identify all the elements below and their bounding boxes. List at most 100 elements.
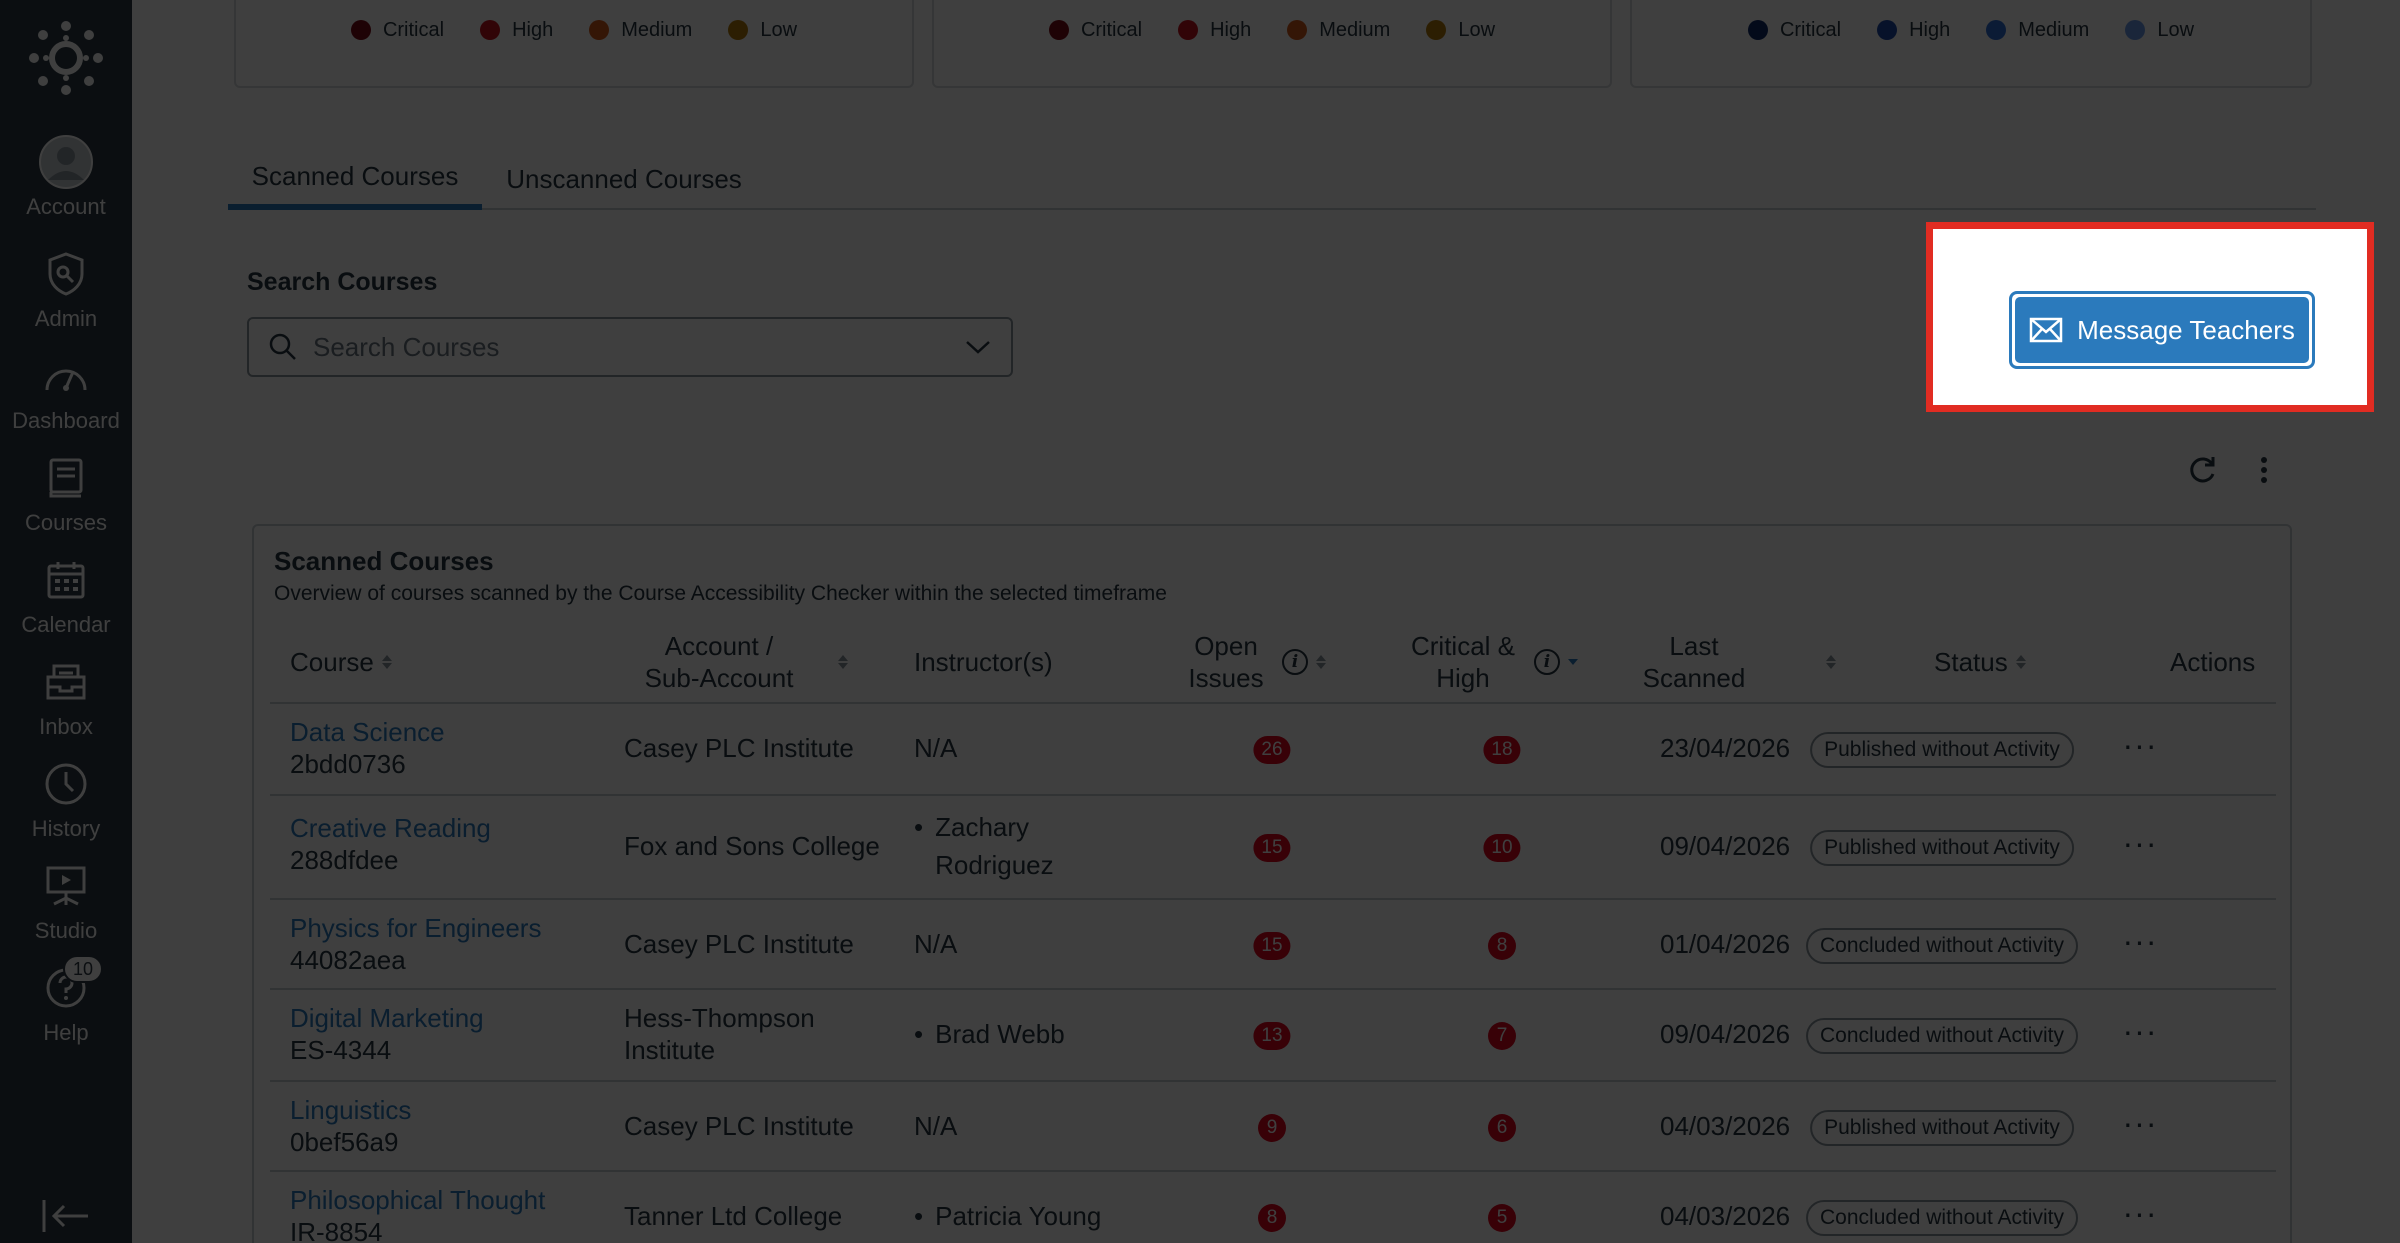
highlight-box: Message Teachers xyxy=(1926,222,2374,412)
row-actions-icon[interactable]: ··· xyxy=(2123,1107,2158,1139)
column-header-last-scanned[interactable]: Last Scanned xyxy=(1634,622,1836,702)
critical-high-badge: 7 xyxy=(1488,1022,1516,1050)
nav-item-inbox[interactable]: Inbox xyxy=(0,654,132,754)
course-link[interactable]: Data Science xyxy=(290,716,445,748)
legend-dot xyxy=(1986,20,2007,40)
legend-item: Critical xyxy=(1048,19,1142,42)
course-cell: Creative Reading 288dfdee xyxy=(290,812,491,876)
row-actions-icon[interactable]: ··· xyxy=(2123,925,2158,957)
open-issues-badge: 26 xyxy=(1253,736,1291,764)
header-label: Open Issues xyxy=(1188,631,1264,693)
nav-item-account[interactable]: Account xyxy=(0,134,132,234)
row-actions-icon[interactable]: ··· xyxy=(2123,1015,2158,1047)
nav-item-history[interactable]: History xyxy=(0,756,132,856)
table-subtitle: Overview of courses scanned by the Cours… xyxy=(274,582,1167,605)
legend-item: High xyxy=(1877,19,1950,42)
nav-item-studio[interactable]: Studio xyxy=(0,858,132,958)
course-tabs: Scanned Courses Unscanned Courses xyxy=(228,148,2316,210)
more-options-icon[interactable] xyxy=(2246,452,2282,488)
sort-icon[interactable] xyxy=(1316,655,1326,669)
course-code: 44082aea xyxy=(290,945,406,975)
search-combobox[interactable] xyxy=(247,317,1013,377)
legend-item: Critical xyxy=(350,18,445,42)
course-link[interactable]: Physics for Engineers xyxy=(290,912,541,944)
header-label: Account / Sub-Account xyxy=(644,631,794,693)
sort-icon[interactable] xyxy=(1826,655,1836,669)
legend-dot xyxy=(480,20,501,40)
course-code: 288dfdee xyxy=(290,845,399,875)
tab-unscanned-courses[interactable]: Unscanned Courses xyxy=(482,148,766,210)
envelope-icon xyxy=(2029,317,2063,343)
inbox-icon xyxy=(38,654,94,710)
row-actions-icon[interactable]: ··· xyxy=(2123,1197,2158,1229)
legend-dot xyxy=(1747,20,1768,40)
critical-high-badge: 8 xyxy=(1488,932,1516,960)
header-label: Instructor(s) xyxy=(914,647,1053,677)
table-title: Scanned Courses xyxy=(274,546,494,576)
message-teachers-button[interactable]: Message Teachers xyxy=(2009,291,2315,369)
info-icon[interactable]: i xyxy=(1282,649,1308,675)
row-actions-icon[interactable]: ··· xyxy=(2123,827,2158,859)
search-input[interactable] xyxy=(313,331,965,363)
column-header-open-issues[interactable]: Open Issues i xyxy=(1186,622,1326,702)
legend-label: Medium xyxy=(1319,18,1391,41)
course-link[interactable]: Digital Marketing xyxy=(290,1002,484,1034)
account-cell: Casey PLC Institute xyxy=(624,733,854,763)
severity-legend: Critical High Medium Low xyxy=(234,0,914,88)
header-label: Course xyxy=(290,647,374,677)
critical-high-badge: 6 xyxy=(1488,1114,1516,1142)
global-nav: Account Admin Dashboard Courses Calendar… xyxy=(0,0,132,1243)
nav-label: Inbox xyxy=(39,714,93,739)
canvas-logo-icon[interactable] xyxy=(28,20,104,96)
legend-label: Medium xyxy=(2018,18,2090,41)
instructor-name: Brad Webb xyxy=(935,1019,1065,1049)
message-teachers-button-body[interactable]: Message Teachers xyxy=(2015,297,2309,363)
account-cell: Hess-Thompson Institute xyxy=(624,1003,815,1065)
instructor-cell: Brad Webb xyxy=(914,1018,1065,1050)
legend-item: Medium xyxy=(1287,19,1390,42)
last-scanned-cell: 09/04/2026 xyxy=(1660,1019,1791,1049)
nav-label: History xyxy=(31,816,101,841)
nav-item-courses[interactable]: Courses xyxy=(0,450,132,550)
nav-item-calendar[interactable]: Calendar xyxy=(0,552,132,652)
column-header-actions: Actions xyxy=(2170,622,2255,702)
refresh-icon[interactable] xyxy=(2184,452,2220,488)
legend-label: Critical xyxy=(382,18,445,41)
open-issues-badge: 15 xyxy=(1253,932,1291,960)
column-header-status[interactable]: Status xyxy=(1934,622,2026,702)
sort-icon[interactable] xyxy=(381,655,392,669)
info-icon[interactable]: i xyxy=(1534,649,1560,675)
course-code: IR-8854 xyxy=(290,1217,383,1243)
course-link[interactable]: Creative Reading xyxy=(290,812,491,844)
nav-item-dashboard[interactable]: Dashboard xyxy=(0,348,132,448)
help-count-badge: 10 xyxy=(63,955,103,983)
open-issues-badge: 15 xyxy=(1253,834,1291,862)
row-actions-icon[interactable]: ··· xyxy=(2123,729,2158,761)
header-label: Critical & High xyxy=(1410,631,1515,693)
legend-item: Medium xyxy=(1986,19,2089,42)
column-header-account[interactable]: Account / Sub-Account xyxy=(634,622,874,702)
course-cell: Digital Marketing ES-4344 xyxy=(290,1002,484,1066)
open-issues-badge: 9 xyxy=(1258,1114,1286,1142)
legend-item: Critical xyxy=(1747,19,1841,42)
open-issues-badge: 13 xyxy=(1253,1022,1291,1050)
table-row: Data Science 2bdd0736 Casey PLC Institut… xyxy=(270,702,2276,794)
collapse-nav-icon[interactable] xyxy=(40,1196,92,1236)
legend-item: Low xyxy=(728,19,797,42)
chevron-down-icon[interactable] xyxy=(965,339,991,355)
table-row: Philosophical Thought IR-8854 Tanner Ltd… xyxy=(270,1170,2276,1243)
nav-item-admin[interactable]: Admin xyxy=(0,246,132,346)
tab-scanned-courses[interactable]: Scanned Courses xyxy=(228,148,482,210)
column-header-critical-high[interactable]: Critical & High i xyxy=(1408,622,1578,702)
legend-label: Low xyxy=(760,18,798,41)
critical-high-badge: 10 xyxy=(1483,834,1521,862)
course-cell: Philosophical Thought IR-8854 xyxy=(290,1184,545,1243)
course-link[interactable]: Linguistics xyxy=(290,1094,411,1126)
column-header-course[interactable]: Course xyxy=(290,622,392,702)
course-link[interactable]: Philosophical Thought xyxy=(290,1184,545,1216)
sort-icon[interactable] xyxy=(1568,659,1578,665)
studio-icon xyxy=(38,858,94,914)
sort-icon[interactable] xyxy=(838,655,848,669)
course-code: ES-4344 xyxy=(290,1035,392,1065)
sort-icon[interactable] xyxy=(2015,655,2026,669)
